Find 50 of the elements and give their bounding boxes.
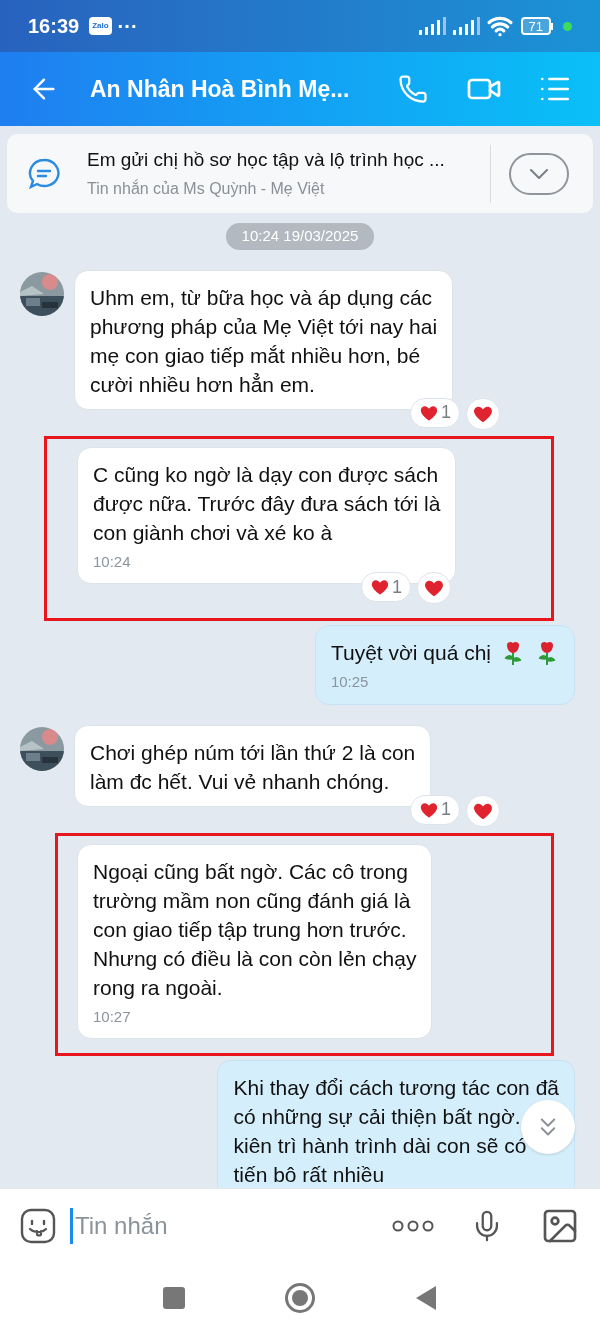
message-text: kiên trì hành trình dài con sẽ có [233, 1133, 527, 1159]
chevron-down-icon [530, 168, 548, 179]
signal-icon [418, 17, 447, 35]
message-time: 10:24 [93, 551, 132, 572]
message-text: phương pháp của Mẹ Việt tới nay hai [90, 313, 438, 340]
message-text: con giao tiếp tập trung hơn trước. [93, 916, 407, 943]
more-icon[interactable] [392, 1218, 434, 1233]
signal-icon [452, 17, 481, 35]
message-text: được nữa. Trước đây đưa sách tới là [93, 490, 441, 517]
message-text: làm đc hết. Vui vẻ nhanh chóng. [90, 768, 390, 795]
message-time: 10:27 [93, 1006, 132, 1027]
recent-apps-button[interactable] [163, 1286, 185, 1309]
more-notifications: ··· [117, 14, 138, 39]
sticker-icon[interactable] [20, 1207, 56, 1244]
message-text: rong ra ngoài. [93, 974, 223, 1001]
message-text: con giành chơi và xé ko à [93, 519, 333, 546]
chat-bubble-icon [27, 156, 61, 191]
battery-indicator: 71 [520, 17, 553, 35]
app-badge: Zalo [89, 17, 112, 35]
home-button[interactable] [285, 1282, 315, 1313]
message-text: Uhm em, từ bữa học và áp dụng các [90, 284, 433, 311]
message-time: 10:25 [330, 672, 370, 692]
message-text: Tuyệt vời quá chị [330, 640, 491, 666]
message-text: C cũng ko ngờ là dạy con được sách [93, 461, 439, 488]
back-nav-icon[interactable] [415, 1284, 437, 1311]
message-text: cười nhiều hơn hẳn em. [90, 371, 315, 398]
message-text: Khi thay đổi cách tương tác con đã [233, 1075, 559, 1101]
message-text: trường mầm non cũng đánh giá là [93, 887, 411, 914]
heart-icon [370, 577, 390, 597]
message-text: Chơi ghép núm tới lần thứ 2 là con [90, 739, 416, 766]
react-button[interactable] [466, 794, 500, 827]
message-text: tiến bô rất nhiều [233, 1162, 385, 1188]
message-text: có những sự cải thiện bất ngờ. [233, 1104, 521, 1130]
reaction-count[interactable]: 1 [361, 572, 411, 602]
message-text: Nhưng có điều là con còn lẻn chạy [93, 945, 417, 972]
status-time: 16:39 [28, 14, 80, 39]
reaction-count[interactable]: 1 [410, 397, 460, 428]
reaction-count[interactable]: 1 [410, 794, 460, 825]
pinned-subtitle: Tin nhắn của Ms Quỳnh - Mẹ Việt [87, 178, 326, 200]
react-button[interactable] [417, 572, 451, 604]
message-input[interactable]: Tin nhắn [70, 1207, 392, 1244]
phone-icon[interactable] [398, 74, 428, 104]
react-button[interactable] [466, 397, 500, 430]
message-text: mẹ con giao tiếp mắt nhiều hơn, bé [90, 342, 421, 369]
chat-title: An Nhân Hoà Bình Mẹ... [90, 74, 350, 104]
expand-button[interactable] [509, 152, 569, 195]
pinned-message[interactable]: Em gửi chị hồ sơ học tập và lộ trình học ... Tin nhắn của Ms Quỳnh - Mẹ Việt [7, 134, 593, 213]
message-text: Ngoại cũng bất ngờ. Các cô trong [93, 858, 408, 885]
pinned-text: Em gửi chị hồ sơ học tập và lộ trình học ... [87, 147, 446, 172]
date-label: 10:24 19/03/2025 [225, 223, 375, 250]
